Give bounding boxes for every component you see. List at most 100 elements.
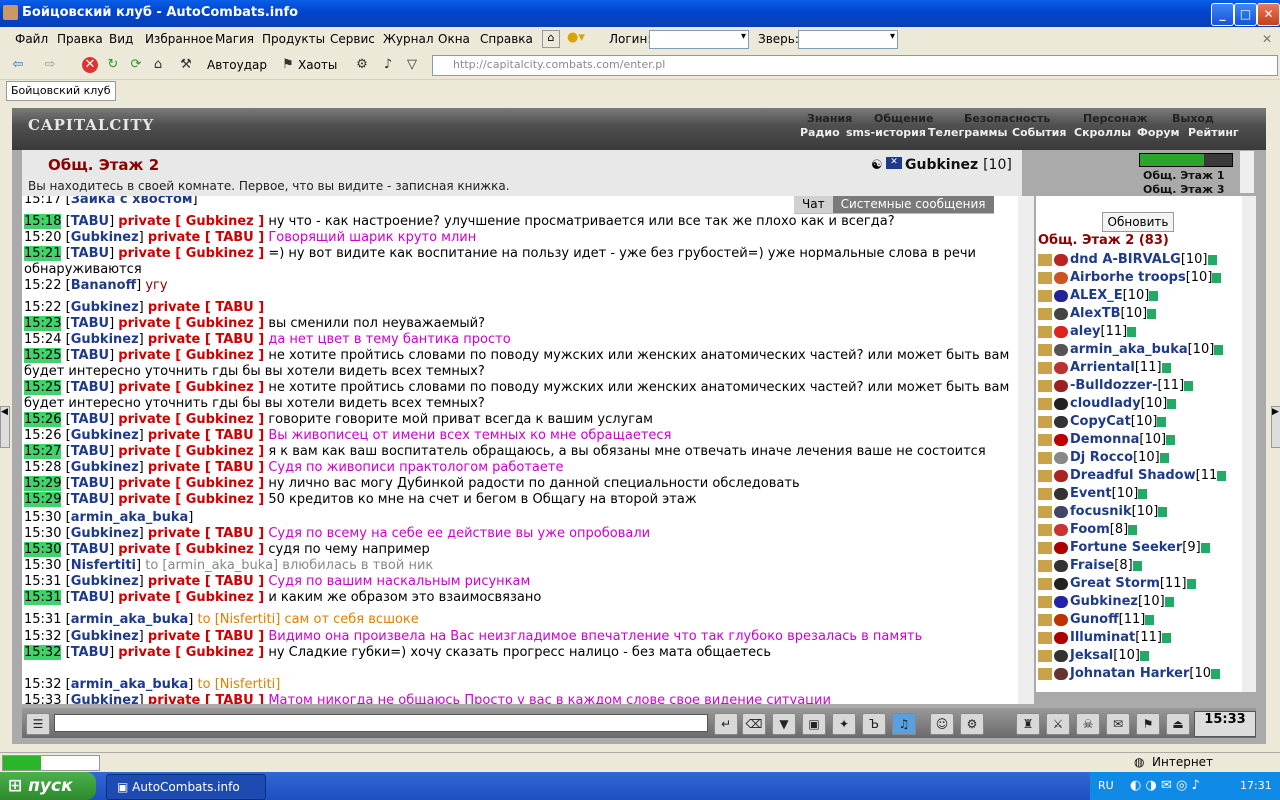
- user-nick[interactable]: Airborhe troops: [1070, 270, 1186, 285]
- private-target[interactable]: private [ Gubkinez ]: [118, 246, 264, 261]
- message-nick[interactable]: Gubkinez: [71, 460, 139, 475]
- nav-character[interactable]: Персонаж: [1083, 112, 1148, 125]
- message-time[interactable]: 15:32: [24, 645, 62, 660]
- info-icon[interactable]: [1167, 398, 1177, 409]
- inbox-icon[interactable]: ⚑: [1136, 713, 1160, 735]
- message-nick[interactable]: armin_aka_buka: [71, 510, 189, 525]
- private-msg-icon[interactable]: [1038, 541, 1052, 554]
- private-msg-icon[interactable]: [1038, 451, 1052, 464]
- private-msg-icon[interactable]: [1038, 559, 1052, 572]
- message-nick[interactable]: TABU: [71, 214, 109, 229]
- message-nick[interactable]: Gubkinez: [71, 428, 139, 443]
- info-icon[interactable]: [1214, 344, 1224, 355]
- message-time[interactable]: 15:29: [24, 476, 62, 491]
- info-icon[interactable]: [1166, 434, 1176, 445]
- message-nick[interactable]: Gubkinez: [71, 230, 139, 245]
- user-nick[interactable]: Johnatan Harker: [1070, 666, 1189, 681]
- menu-windows[interactable]: Окна: [438, 32, 470, 46]
- info-icon[interactable]: [1127, 326, 1137, 337]
- online-user[interactable]: cloudlady[10]: [1038, 396, 1178, 413]
- right-collapse-arrow[interactable]: ▶: [1271, 406, 1280, 448]
- private-msg-icon[interactable]: [1038, 523, 1052, 536]
- message-time[interactable]: 15:24: [24, 332, 61, 347]
- beast-select[interactable]: ▾: [798, 30, 898, 49]
- online-user[interactable]: dnd A-BIRVALG[10]: [1038, 252, 1219, 269]
- private-target[interactable]: private [ TABU ]: [148, 230, 264, 245]
- forward-icon[interactable]: ⇨: [42, 57, 58, 73]
- private-target[interactable]: private [ Gubkinez ]: [118, 316, 264, 331]
- private-msg-icon[interactable]: [1038, 577, 1052, 590]
- self-nick[interactable]: Gubkinez: [905, 157, 978, 173]
- refresh-icon[interactable]: ↻: [105, 57, 121, 73]
- start-button[interactable]: ⊞ пуск: [0, 772, 96, 800]
- address-bar[interactable]: http://capitalcity.combats.com/enter.pl: [432, 55, 1278, 76]
- message-time[interactable]: 15:27: [24, 444, 62, 459]
- private-target[interactable]: private [ Gubkinez ]: [118, 214, 264, 229]
- online-user[interactable]: Illuminat[11]: [1038, 630, 1173, 647]
- online-user[interactable]: Jeksal[10]: [1038, 648, 1151, 665]
- eraser-icon[interactable]: ⌫: [742, 713, 766, 735]
- info-icon[interactable]: [1211, 668, 1221, 679]
- message-time[interactable]: 15:31: [24, 574, 61, 589]
- message-time[interactable]: 15:26: [24, 412, 62, 427]
- message-nick[interactable]: TABU: [71, 542, 109, 557]
- message-time[interactable]: 15:28: [24, 460, 61, 475]
- info-icon[interactable]: [1147, 308, 1157, 319]
- private-msg-icon[interactable]: [1038, 289, 1052, 302]
- message-time[interactable]: 15:32: [24, 677, 61, 692]
- message-time[interactable]: 15:31: [24, 612, 61, 627]
- online-user[interactable]: Foom[8]: [1038, 522, 1139, 539]
- gift-icon[interactable]: ✉: [1106, 713, 1130, 735]
- info-icon[interactable]: [1184, 380, 1194, 391]
- message-time[interactable]: 15:25: [24, 348, 62, 363]
- private-msg-icon[interactable]: [1038, 595, 1052, 608]
- private-target[interactable]: private [ TABU ]: [148, 629, 264, 644]
- message-nick[interactable]: armin_aka_buka: [71, 612, 189, 627]
- tools-icon[interactable]: ⚒: [178, 57, 194, 73]
- save-icon[interactable]: ▣: [802, 713, 826, 735]
- online-user[interactable]: Johnatan Harker[10: [1038, 666, 1222, 683]
- user-nick[interactable]: cloudlady: [1070, 396, 1141, 411]
- message-nick[interactable]: TABU: [71, 348, 109, 363]
- bulb-icon[interactable]: ●▾: [567, 30, 585, 45]
- private-target[interactable]: private [ TABU ]: [148, 332, 264, 347]
- message-nick[interactable]: Gubkinez: [71, 693, 139, 704]
- message-time[interactable]: 15:26: [24, 428, 61, 443]
- autoudar-dropdown[interactable]: Автоудар: [207, 58, 267, 72]
- message-nick[interactable]: Gubkinez: [71, 300, 139, 315]
- private-target[interactable]: private [ Gubkinez ]: [118, 645, 264, 660]
- message-nick[interactable]: TABU: [71, 492, 109, 507]
- online-user[interactable]: aley[11]: [1038, 324, 1138, 341]
- private-msg-icon[interactable]: [1038, 325, 1052, 338]
- private-target[interactable]: private [ Gubkinez ]: [118, 542, 264, 557]
- private-msg-icon[interactable]: [1038, 271, 1052, 284]
- private-target[interactable]: private [ Gubkinez ]: [118, 444, 264, 459]
- menu-magic[interactable]: Магия: [215, 32, 254, 46]
- language-indicator[interactable]: RU: [1098, 779, 1114, 792]
- fight-icon[interactable]: ✦: [832, 713, 856, 735]
- nav-radio[interactable]: Радио: [800, 126, 840, 139]
- chat-options-icon[interactable]: ☰: [26, 713, 50, 735]
- info-icon[interactable]: [1164, 596, 1174, 607]
- message-time[interactable]: 15:30: [24, 542, 62, 557]
- info-icon[interactable]: [1217, 470, 1227, 481]
- private-msg-icon[interactable]: [1038, 469, 1052, 482]
- user-nick[interactable]: Arriental: [1070, 360, 1135, 375]
- message-time[interactable]: 15:25: [24, 380, 62, 395]
- message-nick[interactable]: Nisfertiti: [71, 558, 136, 573]
- message-time[interactable]: 15:21: [24, 246, 62, 261]
- user-nick[interactable]: Foom: [1070, 522, 1110, 537]
- nav-knowledge[interactable]: Знания: [807, 112, 852, 125]
- private-target[interactable]: private [ TABU ]: [148, 693, 264, 704]
- user-nick[interactable]: Fortune Seeker: [1070, 540, 1182, 555]
- castle-icon[interactable]: ⌂: [542, 30, 560, 48]
- private-msg-icon[interactable]: [1038, 667, 1052, 680]
- menubar-close-icon[interactable]: ✕: [1262, 32, 1272, 46]
- message-input[interactable]: [54, 714, 708, 732]
- sound-icon[interactable]: ♪: [380, 57, 396, 73]
- weapon-icon[interactable]: ⚔: [1046, 713, 1070, 735]
- private-target[interactable]: private [ TABU ]: [148, 428, 264, 443]
- private-msg-icon[interactable]: [1038, 415, 1052, 428]
- online-user[interactable]: focusnik[10]: [1038, 504, 1169, 521]
- online-user[interactable]: Demonna[10]: [1038, 432, 1177, 449]
